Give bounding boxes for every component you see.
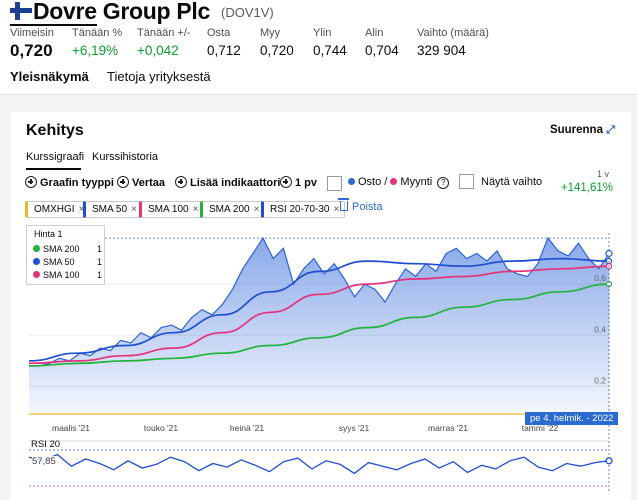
sma200-dot-icon	[33, 245, 40, 252]
tab-company-info[interactable]: Tietoja yrityksestä	[107, 69, 211, 84]
add-circle-icon	[25, 176, 37, 188]
card-title: Kehitys	[26, 122, 84, 139]
legend-row-sma100: SMA 100 1	[33, 270, 102, 280]
help-icon[interactable]: ?	[437, 177, 450, 189]
buy-sell-legend: Osto / Myynti ?	[348, 176, 450, 189]
stat-last: Viimeisin 0,720	[10, 27, 54, 60]
close-icon[interactable]: ×	[333, 204, 339, 215]
tab-price-chart[interactable]: Kurssigraafi	[26, 151, 84, 163]
trash-icon	[338, 198, 349, 211]
chart-type-button[interactable]: Graafin tyyppi	[25, 176, 114, 189]
close-icon[interactable]: ×	[131, 204, 137, 215]
stat-ask: Myy 0,720	[260, 27, 294, 58]
show-turnover-checkbox[interactable]	[459, 174, 474, 189]
sma100-dot-icon	[33, 271, 40, 278]
stat-high: Ylin 0,744	[313, 27, 347, 58]
rsi-value: 57,85	[32, 456, 56, 467]
tab-overview[interactable]: Yleisnäkymä	[10, 69, 89, 84]
stat-volume: Vaihto (määrä) 329 904	[417, 27, 489, 58]
x-tick-label: maalis '21	[52, 423, 90, 433]
buy-sell-checkbox[interactable]	[327, 176, 342, 191]
y-tick-label: 0,6	[594, 273, 606, 283]
rsi-end-marker	[605, 457, 613, 465]
price-area	[29, 238, 609, 412]
price-end-marker	[605, 249, 613, 258]
show-turnover-label: Näytä vaihto	[481, 176, 543, 188]
crosshair-date-badge: pe 4. helmik. - 2022	[525, 412, 619, 425]
remove-indicators-button[interactable]: Poista	[338, 198, 383, 213]
sell-dot-icon	[390, 178, 398, 185]
chip-sma100[interactable]: SMA 100 ×	[139, 201, 205, 218]
chip-sma50[interactable]: SMA 50 ×	[83, 201, 143, 218]
chart-legend: Hinta 1 SMA 200 1 SMA 50 1 SMA 100 1	[26, 225, 105, 285]
add-circle-icon	[280, 176, 292, 188]
ticker-symbol: (DOV1V)	[221, 5, 274, 20]
stat-bid: Osta 0,712	[207, 27, 241, 58]
development-card: Kehitys Suurenna ⤢ Kurssigraafi Kurssihi…	[11, 112, 631, 500]
header: Dovre Group Plc (DOV1V) Viimeisin 0,720 …	[0, 0, 637, 95]
tab-price-history[interactable]: Kurssihistoria	[92, 151, 158, 163]
close-icon[interactable]: ×	[254, 204, 260, 215]
sma50-dot-icon	[33, 258, 40, 265]
add-indicator-button[interactable]: Lisää indikaattori	[175, 176, 280, 189]
stat-change-pct: Tänään % +6,19%	[72, 27, 123, 58]
rsi-line	[28, 453, 610, 475]
rsi-label: RSI 20	[31, 439, 61, 450]
period-change: +141,61%	[560, 182, 613, 194]
add-circle-icon	[117, 176, 129, 188]
stat-low: Alin 0,704	[365, 27, 399, 58]
company-name: Dovre Group Plc	[33, 0, 210, 24]
chip-rsi[interactable]: RSI 20-70-30 ×	[261, 201, 346, 218]
legend-row-sma200: SMA 200 1	[33, 244, 102, 254]
buy-dot-icon	[348, 178, 355, 185]
stat-change-abs: Tänään +/- +0,042	[137, 27, 191, 58]
period-label: 1 v	[596, 169, 609, 179]
chip-sma200[interactable]: SMA 200 ×	[200, 201, 266, 218]
add-circle-icon	[175, 176, 187, 188]
enlarge-button[interactable]: Suurenna ⤢	[550, 124, 615, 137]
legend-row-sma50: SMA 50 1	[33, 257, 102, 267]
x-tick-label: marras '21	[428, 423, 468, 433]
compare-button[interactable]: Vertaa	[117, 176, 165, 189]
interval-button[interactable]: 1 pv	[280, 176, 317, 189]
divider	[0, 94, 637, 95]
y-tick-label: 0,2	[594, 375, 606, 385]
chip-omxhgi[interactable]: OMXHGI ×	[25, 201, 91, 218]
active-tab-indicator	[10, 24, 97, 26]
x-tick-label: touko '21	[144, 423, 179, 433]
y-tick-label: 0,4	[594, 324, 606, 334]
x-tick-label: syys '21	[339, 423, 370, 433]
finland-flag-icon	[10, 2, 32, 20]
close-icon[interactable]: ×	[193, 204, 199, 215]
expand-icon: ⤢	[606, 124, 615, 136]
active-subtab-indicator	[26, 168, 81, 170]
legend-header: Hinta 1	[34, 229, 63, 239]
x-tick-label: heinä '21	[230, 423, 265, 433]
